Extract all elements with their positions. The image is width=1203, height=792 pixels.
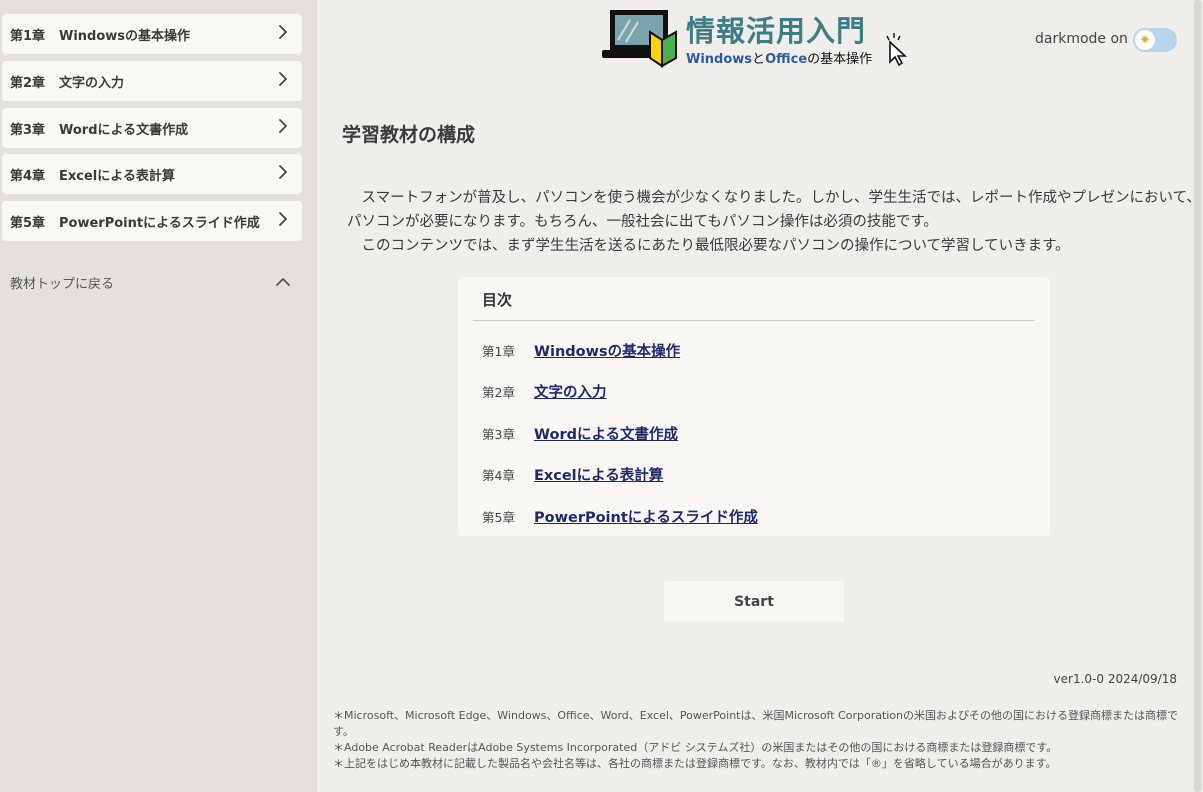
chevron-right-icon: [279, 72, 288, 86]
app-root: 第1章 Windowsの基本操作 第2章 文字の入力 第3章 Wordによる文書…: [0, 0, 1203, 792]
sidebar: 第1章 Windowsの基本操作 第2章 文字の入力 第3章 Wordによる文書…: [0, 0, 317, 792]
chevron-right-icon: [279, 165, 288, 179]
toc-divider: [473, 320, 1035, 321]
trademark-notes: ＊Microsoft、Microsoft Edge、Windows、Office…: [333, 708, 1193, 772]
toc-chapter-number: 第5章: [482, 509, 515, 525]
trademark-note: ＊Microsoft、Microsoft Edge、Windows、Office…: [333, 709, 1179, 722]
scrollbar[interactable]: [1191, 0, 1203, 792]
chapter-title: 文字の入力: [59, 75, 125, 91]
laptop-beginner-mark-icon: [602, 10, 677, 68]
sidebar-item-chapter-5[interactable]: 第5章 PowerPointによるスライド作成: [2, 201, 302, 241]
chapter-title: Wordによる文書作成: [59, 122, 189, 138]
chevron-right-icon: [279, 119, 288, 133]
sidebar-item-chapter-1[interactable]: 第1章 Windowsの基本操作: [2, 14, 302, 54]
toc-chapter-number: 第1章: [482, 343, 515, 359]
toc-chapter-number: 第4章: [482, 467, 515, 483]
toc-chapter-number: 第3章: [482, 426, 515, 442]
chapter-title: Excelによる表計算: [59, 168, 175, 184]
toc-item: 第3章 Wordによる文書作成: [482, 423, 678, 443]
start-button[interactable]: Start: [664, 581, 844, 622]
chevron-right-icon: [279, 25, 288, 39]
trademark-note: ＊Adobe Acrobat ReaderはAdobe Systems Inco…: [333, 741, 1058, 754]
darkmode-label: darkmode on: [1035, 31, 1128, 47]
toc-link-chapter-1[interactable]: Windowsの基本操作: [534, 340, 680, 361]
back-to-top-label: 教材トップに戻る: [10, 276, 115, 292]
version-label: ver1.0-0 2024/09/18: [1053, 672, 1177, 686]
logo-sub-office: Office: [765, 52, 808, 67]
scrollbar-thumb[interactable]: [1194, 0, 1201, 792]
logo-sub-windows: Windows: [686, 52, 753, 67]
sidebar-item-chapter-2[interactable]: 第2章 文字の入力: [2, 61, 302, 101]
sidebar-item-chapter-4[interactable]: 第4章 Excelによる表計算: [2, 154, 302, 194]
toc-link-chapter-2[interactable]: 文字の入力: [534, 381, 607, 402]
chapter-title: PowerPointによるスライド作成: [59, 215, 260, 231]
toc-item: 第2章 文字の入力: [482, 381, 607, 401]
sidebar-item-chapter-3[interactable]: 第3章 Wordによる文書作成: [2, 108, 302, 148]
cursor-click-icon: [886, 33, 908, 66]
chevron-right-icon: [279, 212, 288, 226]
sun-icon: ✷: [1135, 30, 1155, 50]
chapter-number: 第3章: [10, 122, 46, 138]
page-title: 学習教材の構成: [342, 124, 476, 146]
logo-sub-rest: の基本操作: [807, 52, 873, 67]
toc-title: 目次: [482, 291, 513, 309]
logo-sub-to: と: [752, 52, 766, 67]
chapter-number: 第1章: [10, 28, 46, 44]
chevron-up-icon: [276, 277, 290, 286]
intro-text: スマートフォンが普及し、パソコンを使う機会が少なくなりました。しかし、学生生活で…: [347, 186, 1201, 258]
table-of-contents: 目次 第1章 Windowsの基本操作 第2章 文字の入力 第3章 Wordによ…: [458, 277, 1050, 536]
toc-item: 第5章 PowerPointによるスライド作成: [482, 506, 758, 526]
logo-subtitle: WindowsとOfficeの基本操作: [686, 48, 872, 67]
intro-line: スマートフォンが普及し、パソコンを使う機会が少なくなりました。しかし、学生生活で…: [347, 190, 1201, 206]
chapter-number: 第5章: [10, 215, 46, 231]
trademark-note: す。: [333, 725, 354, 738]
toc-link-chapter-3[interactable]: Wordによる文書作成: [534, 423, 678, 444]
chapter-title: Windowsの基本操作: [59, 28, 191, 44]
chapter-number: 第4章: [10, 168, 46, 184]
trademark-note: ＊上記をはじめ本教材に記載した製品名や会社名等は、各社の商標または登録商標です。…: [333, 757, 1057, 770]
toc-link-chapter-4[interactable]: Excelによる表計算: [534, 464, 663, 485]
back-to-top-toggle[interactable]: 教材トップに戻る: [10, 272, 300, 292]
intro-line: このコンテンツでは、まず学生生活を送るにあたり最低限必要なパソコンの操作について…: [347, 238, 1070, 254]
toc-chapter-number: 第2章: [482, 384, 515, 400]
toc-link-chapter-5[interactable]: PowerPointによるスライド作成: [534, 506, 758, 527]
site-logo[interactable]: 情報活用入門 WindowsとOfficeの基本操作: [600, 6, 910, 74]
intro-line: パソコンが必要になります。もちろん、一般社会に出てもパソコン操作は必須の技能です…: [347, 214, 938, 230]
toc-item: 第4章 Excelによる表計算: [482, 464, 663, 484]
logo-title: 情報活用入門: [686, 14, 867, 48]
darkmode-toggle[interactable]: ✷: [1133, 28, 1177, 52]
chapter-number: 第2章: [10, 75, 46, 91]
toc-item: 第1章 Windowsの基本操作: [482, 340, 680, 360]
